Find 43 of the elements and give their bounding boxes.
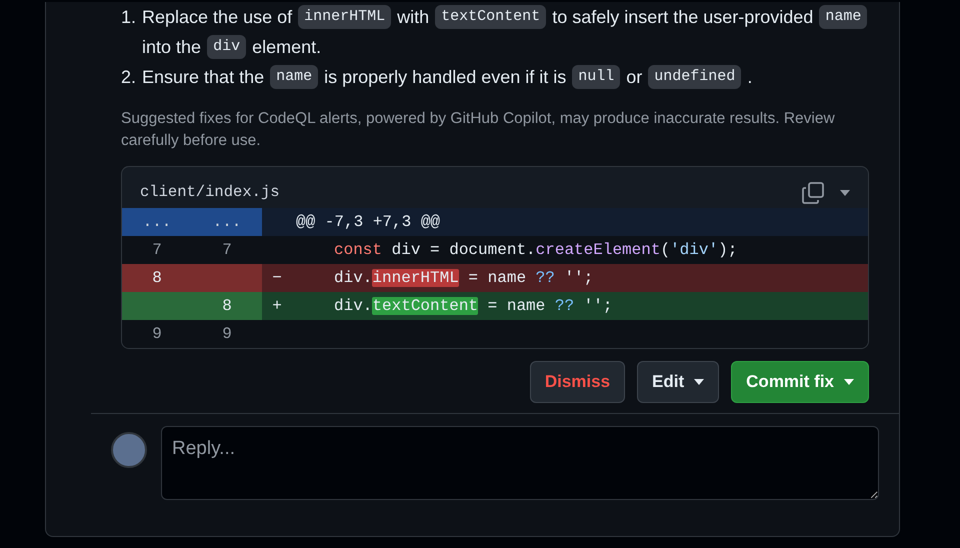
step-text: or	[626, 66, 642, 89]
gutter-cell	[122, 292, 192, 320]
avatar	[111, 432, 147, 468]
step-text: element.	[252, 36, 322, 59]
line-number: 9	[151, 324, 163, 346]
step-text: with	[397, 6, 430, 29]
action-button[interactable]: Dismiss	[530, 361, 626, 403]
step-number: 1.	[121, 6, 136, 29]
inline-code: div	[207, 35, 246, 59]
action-button[interactable]: Edit	[637, 361, 720, 403]
action-button[interactable]: Commit fix	[731, 361, 869, 403]
reply-field[interactable]: Reply...	[161, 426, 879, 500]
diff-sign: +	[271, 296, 283, 318]
inline-code: name	[270, 65, 318, 89]
gutter-cell	[192, 264, 262, 292]
step-text: into the	[142, 36, 202, 59]
step-number: 2.	[121, 66, 136, 89]
disclaimer-text: Suggested fixes for CodeQL alerts, powered by GitHub Copilot, may produce inaccurate results. Review carefully before use.	[121, 109, 836, 151]
diff-sign: −	[271, 268, 283, 290]
step-text: Ensure that the	[142, 66, 264, 89]
step-text: Replace the use of	[142, 6, 292, 29]
line-number: ...	[192, 208, 262, 236]
inline-code: undefined	[648, 65, 742, 89]
file-name: client/index.js	[140, 182, 280, 203]
inline-code: textContent	[435, 5, 546, 29]
code-text: @@ -7,3 +7,3 @@	[295, 212, 440, 234]
line-number: 7	[151, 240, 163, 262]
code-text: const div = document.createElement('div');	[333, 240, 738, 262]
inline-code: name	[819, 5, 868, 29]
copy-icon[interactable]	[802, 182, 824, 204]
line-number: 8	[122, 264, 192, 292]
code-text: div.textContent = name ?? '';	[333, 296, 612, 318]
caret-icon[interactable]	[840, 190, 850, 196]
line-number: ...	[122, 208, 192, 236]
step-text: .	[747, 66, 752, 89]
step-text: to safely insert the user-provided	[552, 6, 814, 29]
inline-code: null	[572, 65, 620, 89]
code-text: div.innerHTML = name ?? '';	[333, 268, 594, 290]
inline-code: innerHTML	[298, 5, 392, 29]
line-number: 8	[192, 292, 262, 320]
step-text: is properly handled even if it is	[324, 66, 566, 89]
line-number: 7	[221, 240, 233, 262]
line-number: 9	[221, 324, 233, 346]
